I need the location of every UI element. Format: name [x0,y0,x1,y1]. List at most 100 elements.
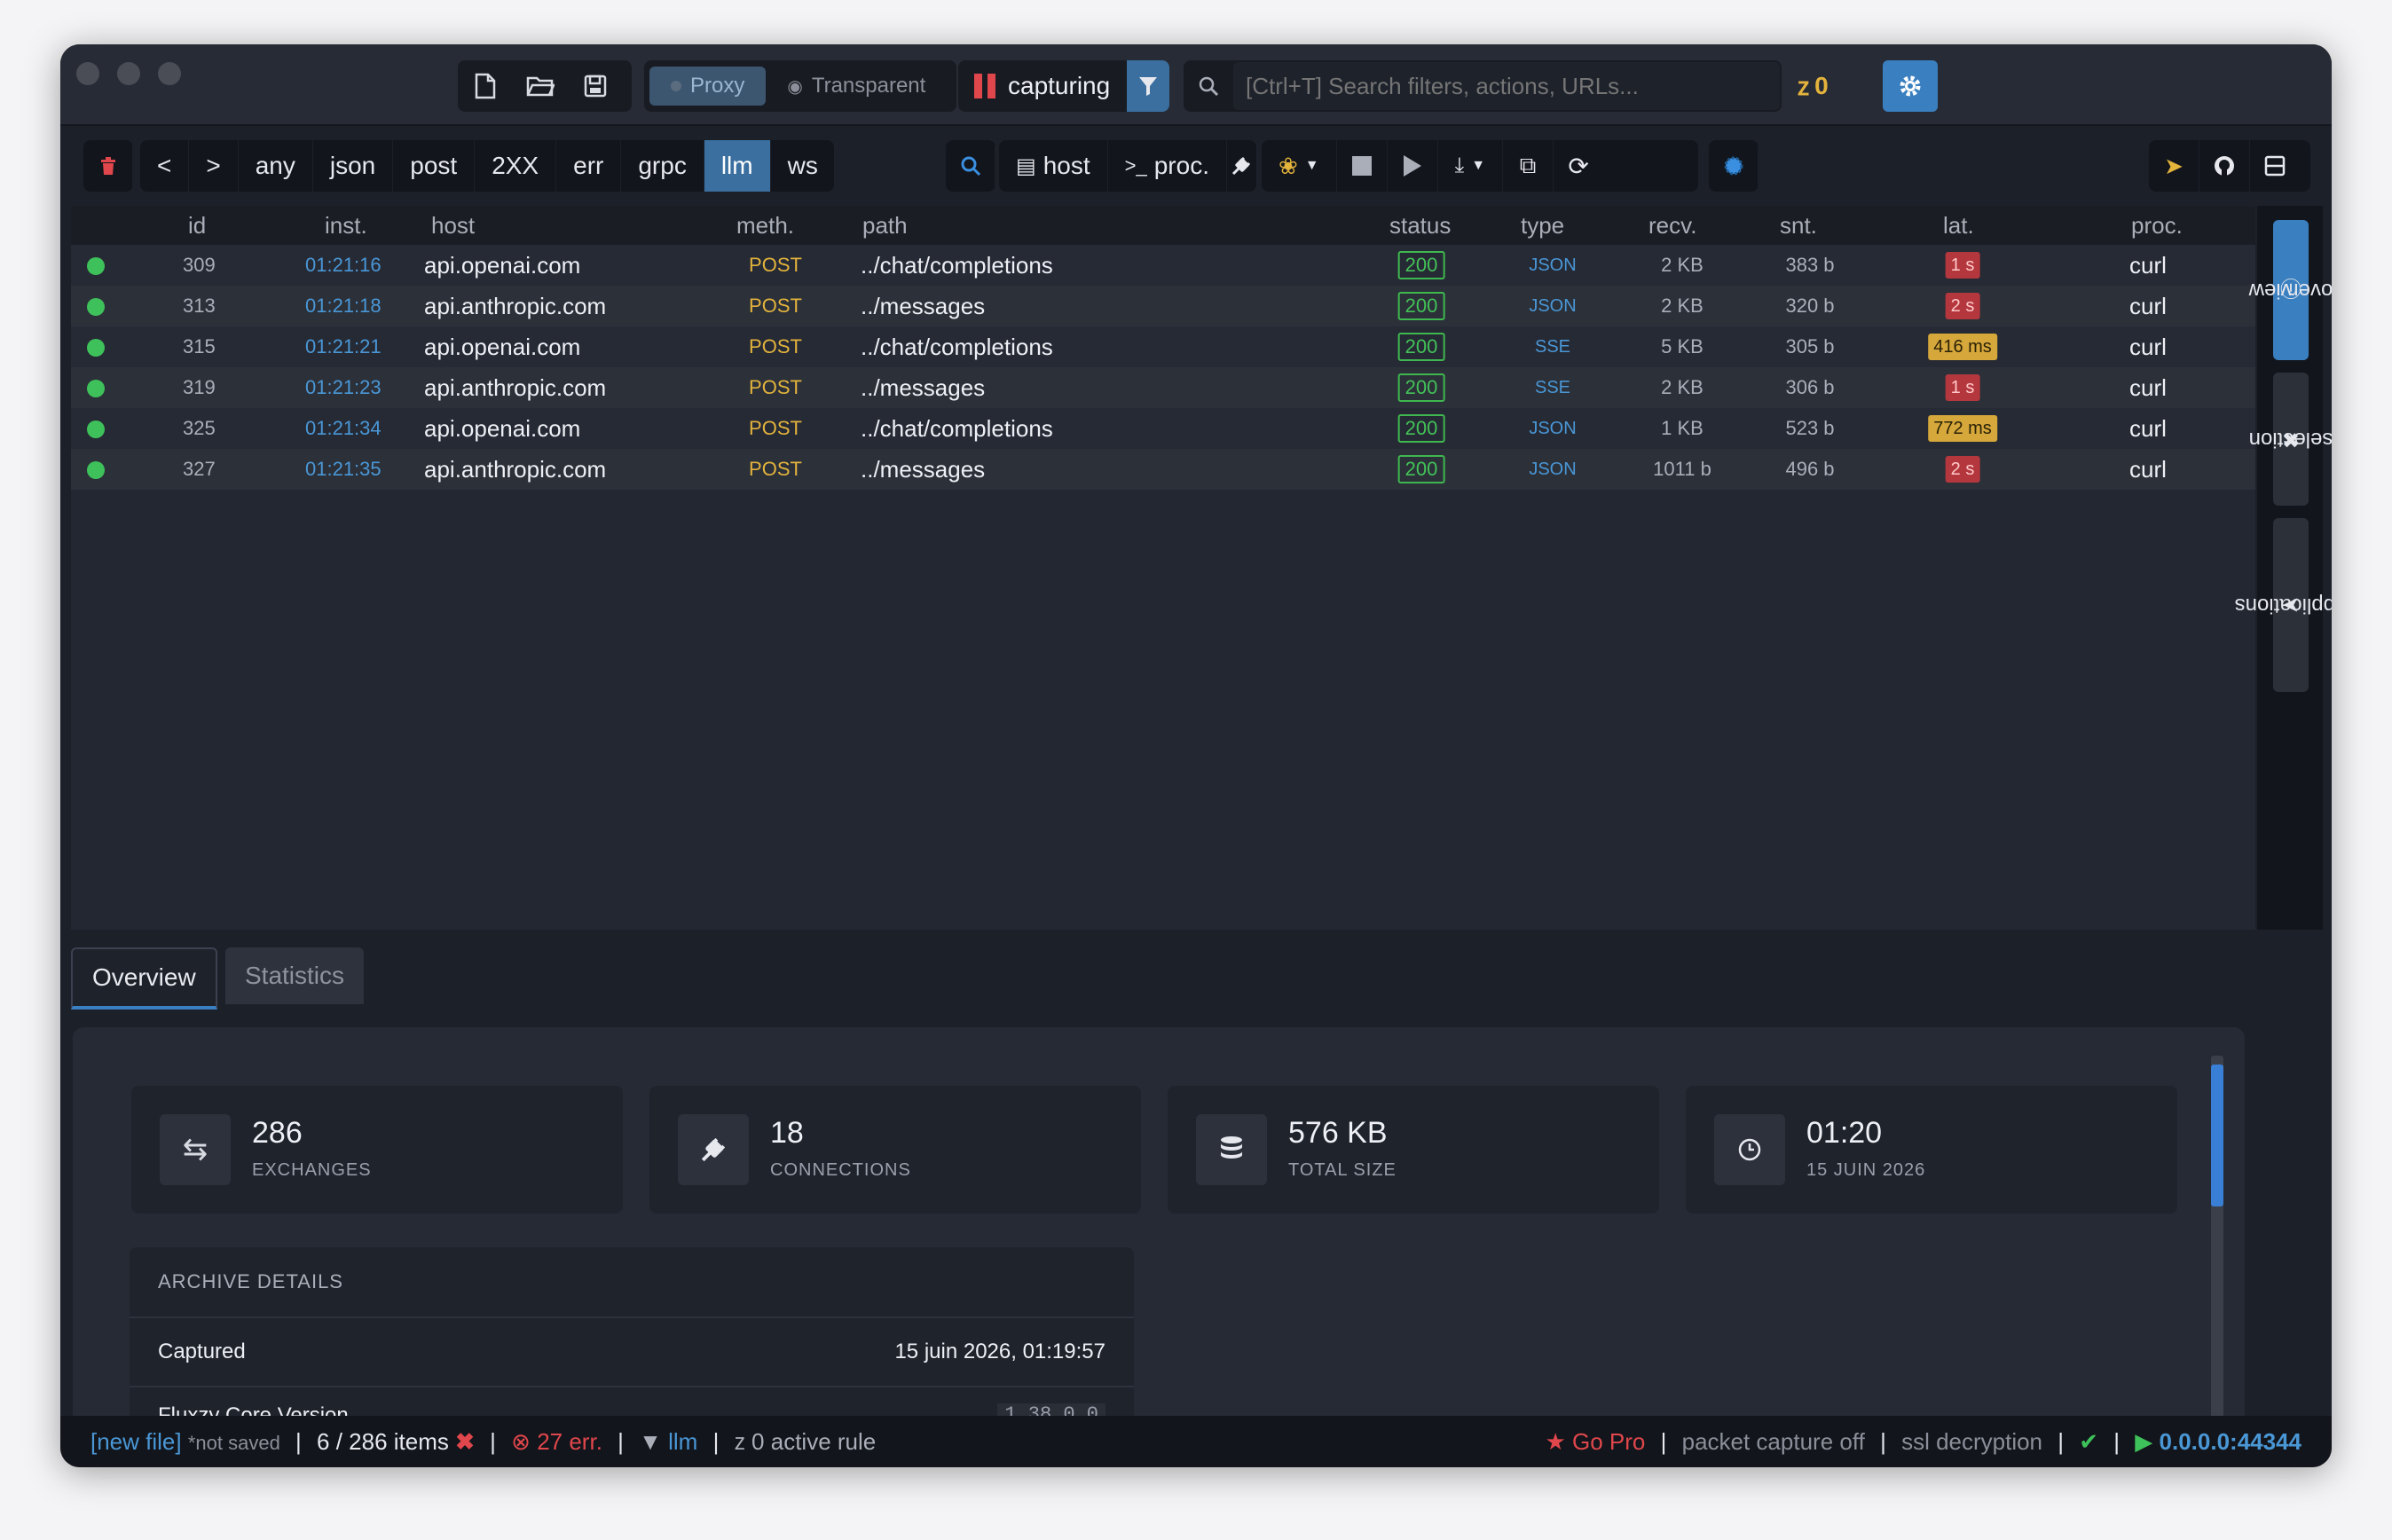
error-count[interactable]: 27 err. [537,1428,602,1455]
table-row[interactable]: 327 01:21:35 api.anthropic.com POST ../messa… [71,449,2255,490]
plug-icon [678,1114,749,1185]
stop-icon[interactable] [1337,140,1388,192]
capture-toggle-button[interactable]: capturing [958,60,1126,112]
filter-post[interactable]: post [393,140,476,192]
stat-card-exchanges: ⇆ 286 EXCHANGES [131,1086,623,1214]
side-tab-applications[interactable]: ➤ applications [2235,518,2332,692]
nav-back-button[interactable]: < [140,140,190,192]
filter-any[interactable]: any [239,140,313,192]
not-saved-indicator: *not saved [187,1432,280,1454]
exchange-arrows-icon: ⇆ [160,1114,231,1185]
stat-label: 15 JUIN 2026 [1806,1160,1926,1180]
mode-transparent-button[interactable]: ◉ Transparent [766,67,947,106]
side-tab-applications-label: applications [2234,593,2332,617]
copy-icon[interactable]: ⧉ [1503,140,1554,192]
col-path[interactable]: path [862,206,908,245]
rules-count: 0 [1814,72,1829,99]
side-tab-overview[interactable]: ⓘ overview [2249,220,2332,360]
cell-id: 315 [183,335,216,358]
col-meth[interactable]: meth. [736,206,794,245]
packet-capture-status[interactable]: packet capture off [1682,1428,1865,1455]
col-status[interactable]: status [1389,206,1451,245]
stat-card-connections: 18 CONNECTIONS [649,1086,1141,1214]
capture-status-label: capturing [1008,72,1111,99]
col-recv[interactable]: recv. [1648,206,1696,245]
col-proc[interactable]: proc. [2131,206,2183,245]
filter-2xx[interactable]: 2XX [475,140,557,192]
trash-icon[interactable] [83,140,133,192]
certificate-icon[interactable] [1709,140,1759,192]
window-minimize-button[interactable] [117,62,140,85]
gear-icon[interactable] [1883,60,1938,112]
overview-scrollbar[interactable] [2211,1056,2223,1419]
status-code-badge: 200 [1397,414,1445,443]
side-tab-selection[interactable]: ✖ selection [2249,373,2332,506]
filter-ws[interactable]: ws [771,140,834,192]
nav-forward-button[interactable]: > [189,140,239,192]
active-filter-link[interactable]: llm [668,1428,697,1455]
overview-scroll-thumb[interactable] [2211,1065,2223,1206]
go-pro-link[interactable]: Go Pro [1572,1428,1645,1455]
save-icon[interactable] [568,60,623,112]
col-snt[interactable]: snt. [1780,206,1817,245]
window-zoom-button[interactable] [158,62,181,85]
cell-snt: 496 b [1785,458,1835,480]
plug-tool-icon[interactable] [1227,140,1256,192]
filter-err[interactable]: err [556,140,622,192]
cell-proc: curl [2129,456,2167,483]
bug-dropdown[interactable]: ❀ ▼ [1262,140,1337,192]
detail-pane: Overview Statistics ⇆ 286 EXCHANGES 18 C… [71,931,2323,1446]
latency-badge: 2 s [1945,293,1980,319]
filter-icon[interactable] [1127,60,1169,112]
captured-label: Captured [158,1340,246,1363]
cell-recv: 1011 b [1653,458,1711,480]
listen-endpoint[interactable]: 0.0.0.0:44344 [2160,1428,2302,1455]
mode-proxy-button[interactable]: Proxy [649,67,767,106]
table-row[interactable]: 313 01:21:18 api.anthropic.com POST ../messa… [71,286,2255,326]
table-row[interactable]: 309 01:21:16 api.openai.com POST ../chat/com… [71,245,2255,286]
tab-statistics[interactable]: Statistics [225,947,365,1004]
group-by-proc-button[interactable]: >_ proc. [1108,140,1227,192]
cell-id: 313 [183,295,216,317]
clear-selection-icon[interactable]: ✖ [455,1428,475,1455]
cell-proc: curl [2129,374,2167,401]
cell-type: SSE [1534,337,1571,357]
filter-grpc[interactable]: grpc [621,140,704,192]
col-lat[interactable]: lat. [1943,206,1974,245]
ssl-decryption-status[interactable]: ssl decryption [1901,1428,2042,1455]
download-dropdown[interactable]: ⤓ ▼ [1438,140,1504,192]
tab-overview[interactable]: Overview [71,947,217,1010]
active-rules-link[interactable]: 0 active rule [751,1428,876,1455]
active-rules-indicator[interactable]: ⴭ 0 [1790,60,1836,112]
stat-card-time: 01:20 15 JUIN 2026 [1686,1086,2177,1214]
cell-meth: POST [749,376,802,398]
cell-proc: curl [2129,252,2167,279]
table-row[interactable]: 319 01:21:23 api.anthropic.com POST ../messa… [71,367,2255,408]
group-by-host-button[interactable]: ▤ host [999,140,1108,192]
play-circle-icon: ▶ [2135,1428,2153,1455]
check-icon: ✔ [2079,1428,2099,1455]
stat-value: 576 KB [1288,1116,1388,1150]
search-input[interactable] [1233,62,1780,110]
cell-recv: 2 KB [1661,254,1704,276]
table-row[interactable]: 325 01:21:34 api.openai.com POST ../chat/com… [71,408,2255,449]
table-row[interactable]: 315 01:21:21 api.openai.com POST ../chat/com… [71,326,2255,367]
new-file-icon[interactable] [458,60,513,112]
window-close-button[interactable] [76,62,99,85]
open-folder-icon[interactable] [513,60,568,112]
filter-llm[interactable]: llm [704,140,771,192]
github-icon[interactable] [2199,140,2250,192]
layout-toggle-icon[interactable] [2250,140,2300,192]
cell-host: api.openai.com [424,334,581,360]
col-id[interactable]: id [188,206,206,245]
col-host[interactable]: host [431,206,475,245]
col-inst[interactable]: inst. [325,206,367,245]
filter-json[interactable]: json [313,140,394,192]
megaphone-icon[interactable]: ➤ [2149,140,2199,192]
search-filter-icon[interactable] [946,140,995,192]
play-icon[interactable] [1388,140,1438,192]
refresh-icon[interactable]: ⟳ [1554,140,1603,192]
file-name-link[interactable]: [new file] [90,1428,182,1455]
clear-group [83,140,133,192]
col-type[interactable]: type [1521,206,1564,245]
